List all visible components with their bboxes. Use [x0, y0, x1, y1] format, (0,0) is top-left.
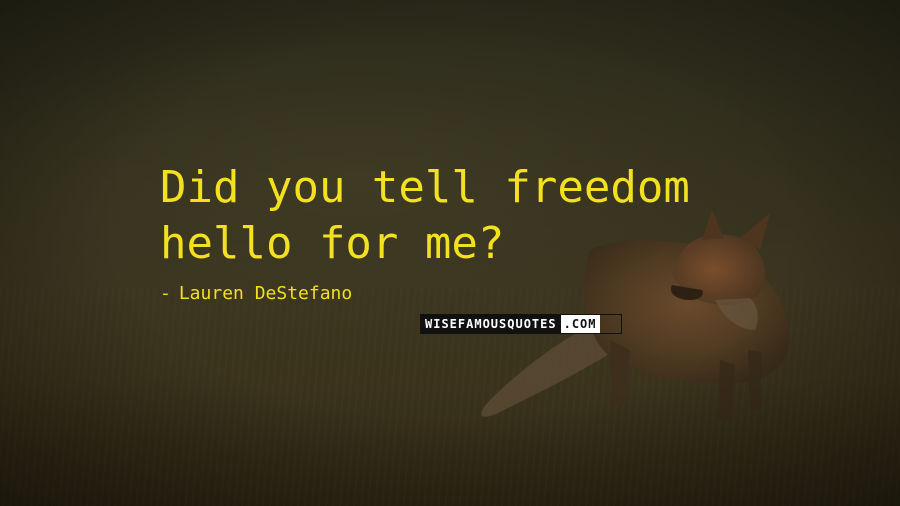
watermark-suffix: .COM — [560, 315, 600, 333]
quote-card: Did you tell freedom hello for me? - Laur… — [0, 0, 900, 506]
quote-line-2: hello for me? — [160, 218, 505, 269]
watermark-main: WISEFAMOUSQUOTES — [421, 315, 561, 333]
quote-line-1: Did you tell freedom — [160, 162, 690, 213]
quote-author: - Lauren DeStefano — [160, 282, 352, 306]
author-dash: - — [160, 283, 171, 304]
author-name: Lauren DeStefano — [178, 283, 353, 304]
watermark-logo: WISEFAMOUSQUOTES .COM — [420, 314, 622, 334]
quote-text: Did you tell freedom hello for me? — [160, 160, 800, 272]
